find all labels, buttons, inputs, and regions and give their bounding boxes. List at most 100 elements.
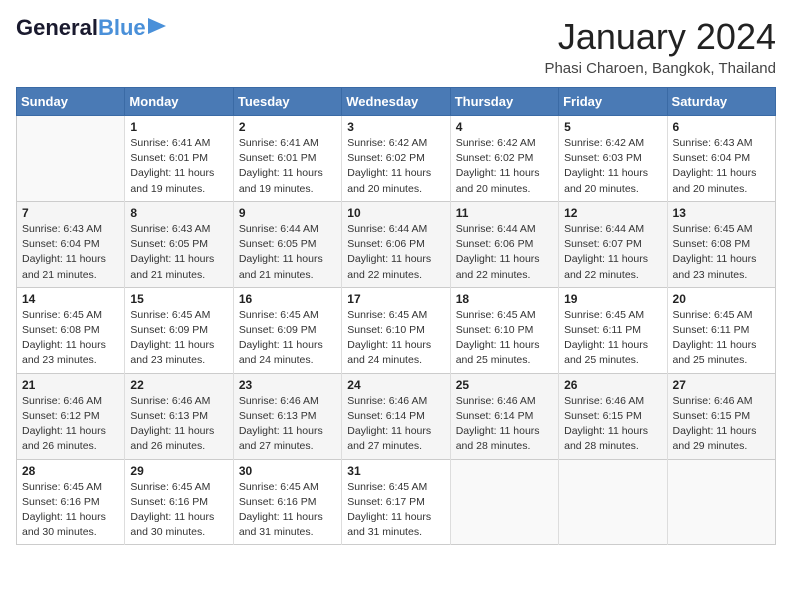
day-number: 4 [456, 120, 553, 134]
cell-info-line: Sunrise: 6:42 AM [456, 137, 536, 149]
cell-info-line: and 19 minutes. [239, 183, 314, 195]
cell-info-line: and 21 minutes. [239, 269, 314, 281]
week-row-2: 7Sunrise: 6:43 AMSunset: 6:04 PMDaylight… [17, 201, 776, 287]
cell-info-line: Sunset: 6:15 PM [564, 410, 642, 422]
calendar-table: SundayMondayTuesdayWednesdayThursdayFrid… [16, 87, 776, 545]
calendar-cell [667, 459, 775, 545]
day-number: 30 [239, 464, 336, 478]
day-number: 11 [456, 206, 553, 220]
cell-info-line: Daylight: 11 hours [564, 339, 648, 351]
calendar-cell: 17Sunrise: 6:45 AMSunset: 6:10 PMDayligh… [342, 287, 450, 373]
calendar-cell: 4Sunrise: 6:42 AMSunset: 6:02 PMDaylight… [450, 116, 558, 202]
cell-info-line: and 25 minutes. [673, 354, 748, 366]
cell-info-line: Daylight: 11 hours [239, 339, 323, 351]
cell-info-line: Sunrise: 6:43 AM [673, 137, 753, 149]
day-number: 1 [130, 120, 227, 134]
cell-info-line: Daylight: 11 hours [239, 253, 323, 265]
cell-info-line: Sunrise: 6:46 AM [239, 395, 319, 407]
cell-info-line: Sunrise: 6:45 AM [239, 481, 319, 493]
cell-info-line: Daylight: 11 hours [564, 167, 648, 179]
calendar-cell: 8Sunrise: 6:43 AMSunset: 6:05 PMDaylight… [125, 201, 233, 287]
logo: GeneralBlue [16, 16, 166, 40]
day-number: 14 [22, 292, 119, 306]
calendar-cell [450, 459, 558, 545]
calendar-cell: 1Sunrise: 6:41 AMSunset: 6:01 PMDaylight… [125, 116, 233, 202]
cell-info-line: Sunrise: 6:44 AM [564, 223, 644, 235]
calendar-cell: 5Sunrise: 6:42 AMSunset: 6:03 PMDaylight… [559, 116, 667, 202]
cell-info-line: Daylight: 11 hours [22, 511, 106, 523]
day-number: 20 [673, 292, 770, 306]
cell-info-line: Sunrise: 6:46 AM [130, 395, 210, 407]
cell-info-line: and 30 minutes. [22, 526, 97, 538]
cell-info-line: Sunrise: 6:45 AM [239, 309, 319, 321]
day-number: 19 [564, 292, 661, 306]
calendar-cell [17, 116, 125, 202]
cell-info-line: Sunset: 6:17 PM [347, 496, 425, 508]
cell-info-line: Sunset: 6:11 PM [564, 324, 641, 336]
cell-info-line: and 23 minutes. [130, 354, 205, 366]
day-header-wednesday: Wednesday [342, 88, 450, 116]
cell-info-line: and 28 minutes. [456, 440, 531, 452]
cell-info-line: and 28 minutes. [564, 440, 639, 452]
cell-info-line: Daylight: 11 hours [456, 253, 540, 265]
cell-info-line: Sunrise: 6:41 AM [130, 137, 210, 149]
cell-info-line: Sunset: 6:07 PM [564, 238, 642, 250]
cell-info-line: Daylight: 11 hours [22, 253, 106, 265]
calendar-cell: 25Sunrise: 6:46 AMSunset: 6:14 PMDayligh… [450, 373, 558, 459]
day-number: 17 [347, 292, 444, 306]
cell-info-line: and 26 minutes. [22, 440, 97, 452]
cell-info-line: Sunset: 6:16 PM [130, 496, 208, 508]
day-number: 29 [130, 464, 227, 478]
day-number: 15 [130, 292, 227, 306]
cell-info-line: Sunrise: 6:46 AM [347, 395, 427, 407]
cell-info-line: Sunset: 6:14 PM [456, 410, 534, 422]
cell-info-line: Sunrise: 6:41 AM [239, 137, 319, 149]
cell-info-line: Daylight: 11 hours [673, 425, 757, 437]
title-area: January 2024 Phasi Charoen, Bangkok, Tha… [544, 16, 776, 77]
cell-info-line: Daylight: 11 hours [239, 425, 323, 437]
calendar-cell: 29Sunrise: 6:45 AMSunset: 6:16 PMDayligh… [125, 459, 233, 545]
cell-info-line: and 19 minutes. [130, 183, 205, 195]
calendar-cell: 12Sunrise: 6:44 AMSunset: 6:07 PMDayligh… [559, 201, 667, 287]
cell-info-line: Daylight: 11 hours [130, 167, 214, 179]
calendar-cell: 20Sunrise: 6:45 AMSunset: 6:11 PMDayligh… [667, 287, 775, 373]
cell-info-line: Sunrise: 6:45 AM [130, 309, 210, 321]
cell-info-line: Sunrise: 6:45 AM [22, 481, 102, 493]
cell-info-line: Sunset: 6:09 PM [239, 324, 317, 336]
cell-info-line: Daylight: 11 hours [456, 339, 540, 351]
day-number: 27 [673, 378, 770, 392]
cell-info-line: Sunset: 6:05 PM [239, 238, 317, 250]
day-number: 3 [347, 120, 444, 134]
cell-info-line: and 31 minutes. [239, 526, 314, 538]
cell-info-line: Sunrise: 6:44 AM [347, 223, 427, 235]
cell-info-line: Sunset: 6:08 PM [22, 324, 100, 336]
day-number: 18 [456, 292, 553, 306]
cell-info-line: Sunset: 6:06 PM [456, 238, 534, 250]
cell-info-line: Daylight: 11 hours [673, 339, 757, 351]
cell-info-line: Sunset: 6:16 PM [239, 496, 317, 508]
calendar-cell: 18Sunrise: 6:45 AMSunset: 6:10 PMDayligh… [450, 287, 558, 373]
cell-info-line: Sunrise: 6:46 AM [673, 395, 753, 407]
cell-info-line: Sunset: 6:02 PM [347, 152, 425, 164]
location-subtitle: Phasi Charoen, Bangkok, Thailand [544, 60, 776, 77]
calendar-cell: 30Sunrise: 6:45 AMSunset: 6:16 PMDayligh… [233, 459, 341, 545]
day-number: 26 [564, 378, 661, 392]
cell-info-line: and 27 minutes. [239, 440, 314, 452]
day-number: 22 [130, 378, 227, 392]
cell-info-line: Sunrise: 6:45 AM [673, 223, 753, 235]
calendar-cell: 14Sunrise: 6:45 AMSunset: 6:08 PMDayligh… [17, 287, 125, 373]
cell-info-line: Sunset: 6:01 PM [239, 152, 317, 164]
day-number: 13 [673, 206, 770, 220]
calendar-cell: 24Sunrise: 6:46 AMSunset: 6:14 PMDayligh… [342, 373, 450, 459]
cell-info-line: and 23 minutes. [673, 269, 748, 281]
cell-info-line: Daylight: 11 hours [130, 425, 214, 437]
day-number: 16 [239, 292, 336, 306]
cell-info-line: and 24 minutes. [347, 354, 422, 366]
calendar-cell: 23Sunrise: 6:46 AMSunset: 6:13 PMDayligh… [233, 373, 341, 459]
page-header: GeneralBlue January 2024 Phasi Charoen, … [16, 16, 776, 77]
calendar-body: 1 Sunrise: 6:41 AM Sunset: 6:01 PM Daylight… [17, 116, 776, 545]
cell-info-line: and 23 minutes. [22, 354, 97, 366]
week-row-1: 1 Sunrise: 6:41 AM Sunset: 6:01 PM Daylight… [17, 116, 776, 202]
cell-info-line: and 22 minutes. [564, 269, 639, 281]
cell-info-line: and 20 minutes. [456, 183, 531, 195]
